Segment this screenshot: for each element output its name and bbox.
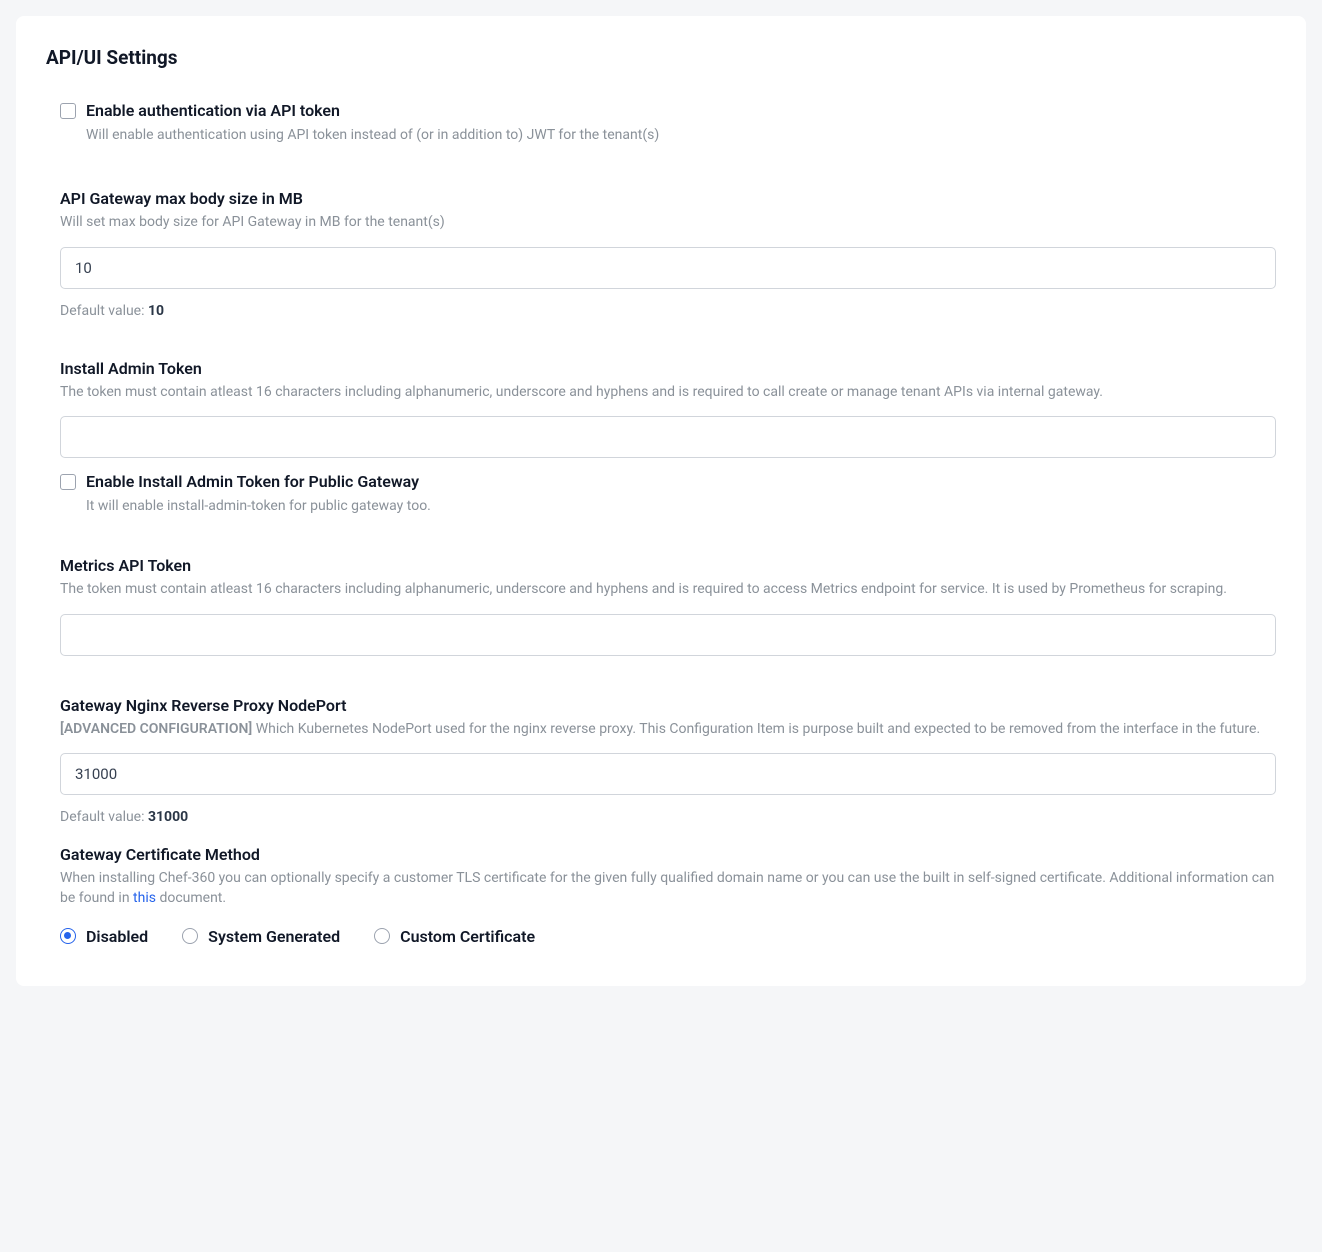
enable-api-token-group: Enable authentication via API token Will… [46,101,1276,145]
max-body-size-description: Will set max body size for API Gateway i… [60,212,1276,232]
cert-desc-suffix: document. [156,890,226,906]
cert-method-radio-disabled[interactable] [60,928,76,944]
cert-method-label: Gateway Certificate Method [60,845,1276,864]
max-body-size-group: API Gateway max body size in MB Will set… [46,189,1276,318]
nodeport-default: Default value: 31000 [60,809,1276,825]
settings-card: API/UI Settings Enable authentication vi… [16,16,1306,986]
metrics-api-token-group: Metrics API Token The token must contain… [46,556,1276,655]
advanced-tag: [ADVANCED CONFIGURATION] [60,721,252,737]
nodeport-group: Gateway Nginx Reverse Proxy NodePort [AD… [46,696,1276,825]
cert-method-radio-system-label: System Generated [208,927,340,946]
cert-method-radio-disabled-label: Disabled [86,927,148,946]
nodeport-description: [ADVANCED CONFIGURATION] Which Kubernete… [60,719,1276,739]
enable-api-token-description: Will enable authentication using API tok… [86,126,1276,146]
max-body-size-input[interactable] [60,247,1276,289]
cert-method-group: Gateway Certificate Method When installi… [46,845,1276,946]
cert-method-radio-custom[interactable] [374,928,390,944]
cert-method-radio-custom-label: Custom Certificate [400,927,535,946]
enable-api-token-label: Enable authentication via API token [86,101,340,122]
enable-install-admin-public-label: Enable Install Admin Token for Public Ga… [86,472,419,493]
enable-install-admin-public-description: It will enable install-admin-token for p… [86,497,1276,517]
metrics-api-token-label: Metrics API Token [60,556,1276,575]
enable-install-admin-public-checkbox[interactable] [60,474,76,490]
enable-api-token-checkbox[interactable] [60,103,76,119]
max-body-size-default: Default value: 10 [60,303,1276,319]
cert-method-radio-system[interactable] [182,928,198,944]
default-value: 10 [148,303,164,319]
metrics-api-token-input[interactable] [60,614,1276,656]
default-value: 31000 [148,809,188,825]
cert-method-radio-row: Disabled System Generated Custom Certifi… [60,927,1276,946]
cert-doc-link[interactable]: this [133,890,156,906]
cert-method-description: When installing Chef-360 you can optiona… [60,868,1276,909]
metrics-api-token-description: The token must contain atleast 16 charac… [60,579,1276,599]
install-admin-token-group: Install Admin Token The token must conta… [46,359,1276,517]
default-prefix: Default value: [60,809,148,825]
install-admin-token-description: The token must contain atleast 16 charac… [60,382,1276,402]
install-admin-token-label: Install Admin Token [60,359,1276,378]
install-admin-token-input[interactable] [60,416,1276,458]
nodeport-label: Gateway Nginx Reverse Proxy NodePort [60,696,1276,715]
max-body-size-label: API Gateway max body size in MB [60,189,1276,208]
card-title: API/UI Settings [46,46,1276,69]
default-prefix: Default value: [60,303,148,319]
nodeport-input[interactable] [60,753,1276,795]
cert-desc-prefix: When installing Chef-360 you can optiona… [60,870,1274,906]
nodeport-desc-text: Which Kubernetes NodePort used for the n… [252,721,1260,737]
